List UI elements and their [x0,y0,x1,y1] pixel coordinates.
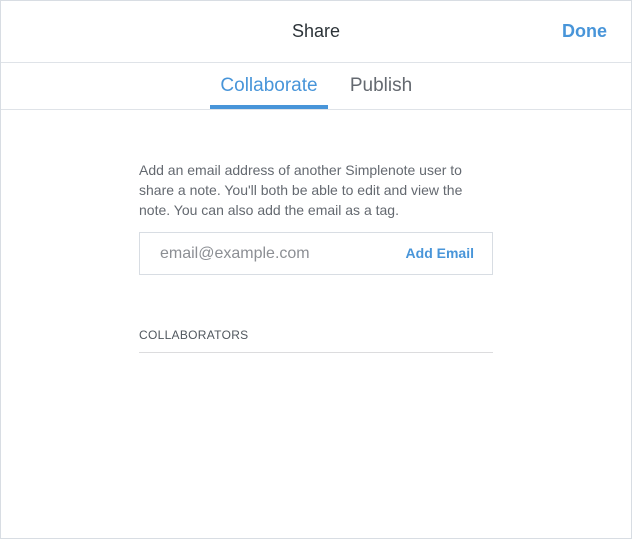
share-description: Add an email address of another Simpleno… [139,162,463,218]
share-dialog: Share Done Collaborate Publish Add an em… [0,0,632,539]
done-button[interactable]: Done [562,21,607,42]
tab-publish[interactable]: Publish [343,63,419,108]
email-input[interactable] [160,233,400,274]
tab-bar: Collaborate Publish [1,63,631,110]
collaborators-heading: COLLABORATORS [139,328,493,353]
tab-collaborate[interactable]: Collaborate [210,63,328,109]
email-entry: Add Email [139,232,493,275]
dialog-title: Share [291,21,341,41]
collaborate-panel: Add an email address of another Simpleno… [139,160,493,353]
add-email-button[interactable]: Add Email [406,245,474,261]
dialog-header: Share Done [1,1,631,63]
